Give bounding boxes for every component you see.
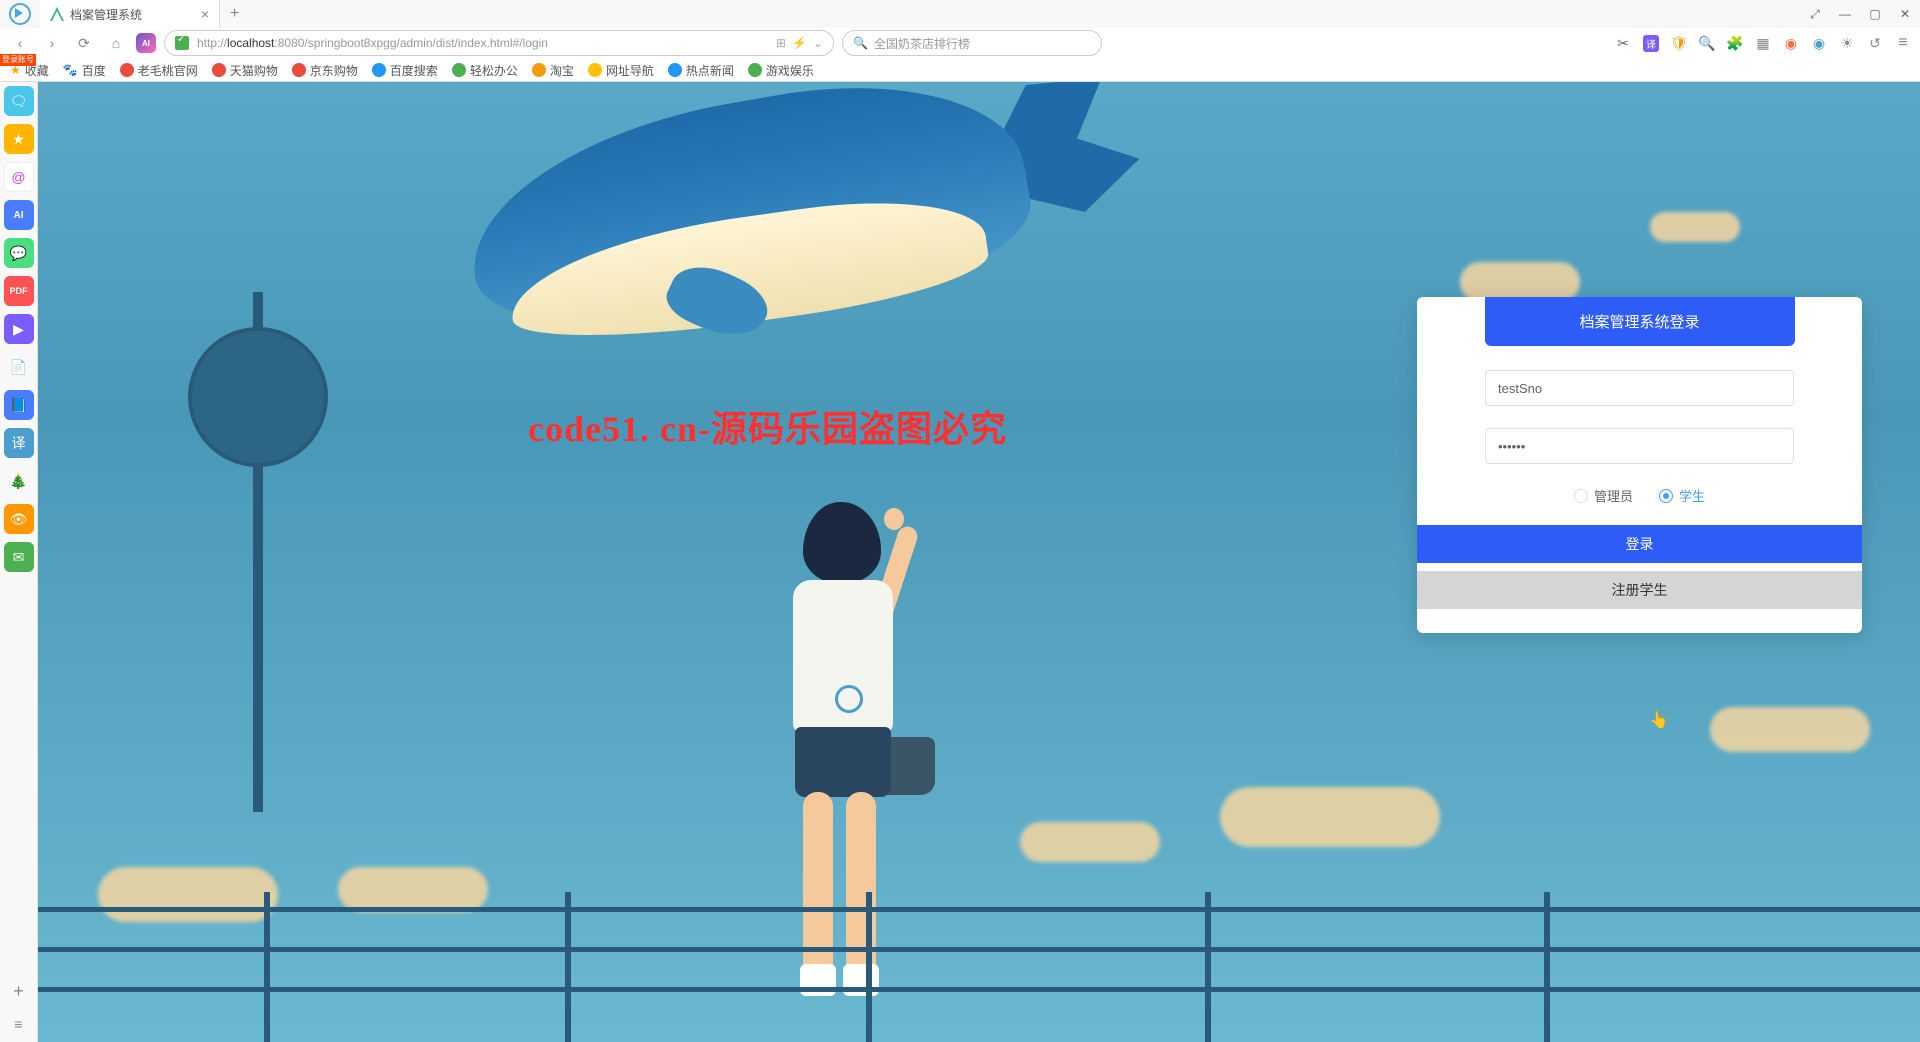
side-word-icon[interactable]: 📘 — [4, 390, 34, 420]
translate-icon[interactable]: 译 — [1642, 34, 1660, 52]
browser-tab[interactable]: 档案管理系统 × — [40, 0, 220, 28]
search-icon: 🔍 — [853, 36, 868, 50]
bookmark-office[interactable]: 轻松办公 — [452, 62, 518, 79]
side-translate-icon[interactable]: 译 — [4, 428, 34, 458]
tab-strip: 档案管理系统 × + ⤢ — ▢ ✕ — [0, 0, 1920, 28]
side-ai2-icon[interactable]: AI — [4, 200, 34, 230]
login-title: 档案管理系统登录 — [1485, 297, 1795, 346]
password-input[interactable] — [1485, 428, 1794, 464]
bookmark-baidu-search[interactable]: 百度搜索 — [372, 62, 438, 79]
bolt-icon[interactable]: ⚡ — [792, 36, 807, 50]
vue-icon — [50, 7, 64, 21]
bookmark-laomaotao[interactable]: 老毛桃官网 — [120, 62, 198, 79]
bookmark-bar: ★收藏 🐾百度 老毛桃官网 天猫购物 京东购物 百度搜索 轻松办公 淘宝 网址导… — [0, 58, 1920, 82]
maximize-button[interactable]: ▢ — [1860, 0, 1890, 28]
back-button[interactable]: ‹ — [8, 31, 32, 55]
address-bar[interactable]: http://localhost:8080/springboot8xpgg/ad… — [164, 30, 834, 56]
page-content: code51. cn-源码乐园盗图必究 档案管理系统登录 管理员 学生 — [38, 82, 1920, 1042]
role-admin-radio[interactable]: 管理员 — [1574, 486, 1633, 505]
home-button[interactable]: ⌂ — [104, 31, 128, 55]
scissors-icon[interactable]: ✂ — [1614, 34, 1632, 52]
toolbar-icons: ✂ 译 🛡 🔍 🧩 ▦ ◉ ◉ ☀ ↺ ≡ — [1614, 34, 1912, 52]
watermark-text: code51. cn-源码乐园盗图必究 — [528, 400, 1007, 452]
side-star-icon[interactable]: ★ — [4, 124, 34, 154]
side-doc-icon[interactable]: 📄 — [4, 352, 34, 382]
side-app1-icon[interactable]: 🗨 — [4, 86, 34, 116]
bookmark-taobao[interactable]: 淘宝 — [532, 62, 574, 79]
ai-badge-icon[interactable]: AI — [136, 33, 156, 53]
browser-logo-icon[interactable] — [0, 0, 40, 28]
circle2-icon[interactable]: ◉ — [1810, 34, 1828, 52]
side-ai-icon[interactable]: @ — [4, 162, 34, 192]
zoom-icon[interactable]: 🔍 — [1698, 34, 1716, 52]
adblock-icon[interactable]: 🛡 — [1670, 34, 1688, 52]
radio-checked-icon — [1659, 489, 1673, 503]
menu-icon[interactable]: ≡ — [1894, 34, 1912, 52]
bookmark-nav[interactable]: 网址导航 — [588, 62, 654, 79]
sidebar-menu-button[interactable]: ≡ — [14, 1016, 22, 1032]
extensions-icon[interactable]: 🧩 — [1726, 34, 1744, 52]
radio-unchecked-icon — [1574, 489, 1588, 503]
side-chat-icon[interactable]: 💬 — [4, 238, 34, 268]
login-card: 档案管理系统登录 管理员 学生 登录 注册学生 — [1417, 297, 1862, 633]
circle1-icon[interactable]: ◉ — [1782, 34, 1800, 52]
bookmark-baidu[interactable]: 🐾百度 — [63, 62, 106, 79]
reload-button[interactable]: ⟳ — [72, 31, 96, 55]
side-weibo-icon[interactable]: 👁 — [4, 504, 34, 534]
left-sidebar: 登录账号 🗨 ★ @ AI 💬 PDF ▶ 📄 📘 译 🎄 👁 ✉ + ≡ — [0, 82, 38, 1042]
side-pdf-icon[interactable]: PDF — [4, 276, 34, 306]
username-input[interactable] — [1485, 370, 1794, 406]
bookmark-jd[interactable]: 京东购物 — [292, 62, 358, 79]
bookmark-games[interactable]: 游戏娱乐 — [748, 62, 814, 79]
side-tree-icon[interactable]: 🎄 — [4, 466, 34, 496]
close-window-button[interactable]: ✕ — [1890, 0, 1920, 28]
forward-button[interactable]: › — [40, 31, 64, 55]
main-area: 登录账号 🗨 ★ @ AI 💬 PDF ▶ 📄 📘 译 🎄 👁 ✉ + ≡ — [0, 82, 1920, 1042]
chevron-down-icon[interactable]: ⌄ — [813, 36, 823, 50]
register-button[interactable]: 注册学生 — [1417, 571, 1862, 609]
close-tab-icon[interactable]: × — [201, 6, 209, 22]
login-button[interactable]: 登录 — [1417, 525, 1862, 563]
new-tab-button[interactable]: + — [220, 5, 249, 23]
sidebar-add-button[interactable]: + — [13, 981, 24, 1002]
security-shield-icon — [175, 36, 189, 50]
window-controls: ⤢ — ▢ ✕ — [1800, 0, 1920, 28]
url-text: http://localhost:8080/springboot8xpgg/ad… — [197, 36, 548, 50]
search-placeholder: 全国奶茶店排行榜 — [874, 35, 970, 52]
side-mail-icon[interactable]: ✉ — [4, 542, 34, 572]
minimize-button[interactable]: — — [1830, 0, 1860, 28]
undo-icon[interactable]: ↺ — [1866, 34, 1884, 52]
pin-button[interactable]: ⤢ — [1800, 0, 1830, 28]
settings-icon[interactable]: ☀ — [1838, 34, 1856, 52]
apps-icon[interactable]: ▦ — [1754, 34, 1772, 52]
role-radio-group: 管理员 学生 — [1485, 486, 1794, 505]
bookmark-news[interactable]: 热点新闻 — [668, 62, 734, 79]
side-video-icon[interactable]: ▶ — [4, 314, 34, 344]
tab-title: 档案管理系统 — [70, 6, 142, 23]
role-student-radio[interactable]: 学生 — [1659, 486, 1705, 505]
qr-icon[interactable]: ⊞ — [776, 36, 786, 50]
browser-chrome: 档案管理系统 × + ⤢ — ▢ ✕ ‹ › ⟳ ⌂ AI http://loc… — [0, 0, 1920, 82]
search-bar[interactable]: 🔍 全国奶茶店排行榜 — [842, 30, 1102, 56]
login-badge[interactable]: 登录账号 — [0, 54, 36, 66]
address-row: ‹ › ⟳ ⌂ AI http://localhost:8080/springb… — [0, 28, 1920, 58]
bookmark-tmall[interactable]: 天猫购物 — [212, 62, 278, 79]
